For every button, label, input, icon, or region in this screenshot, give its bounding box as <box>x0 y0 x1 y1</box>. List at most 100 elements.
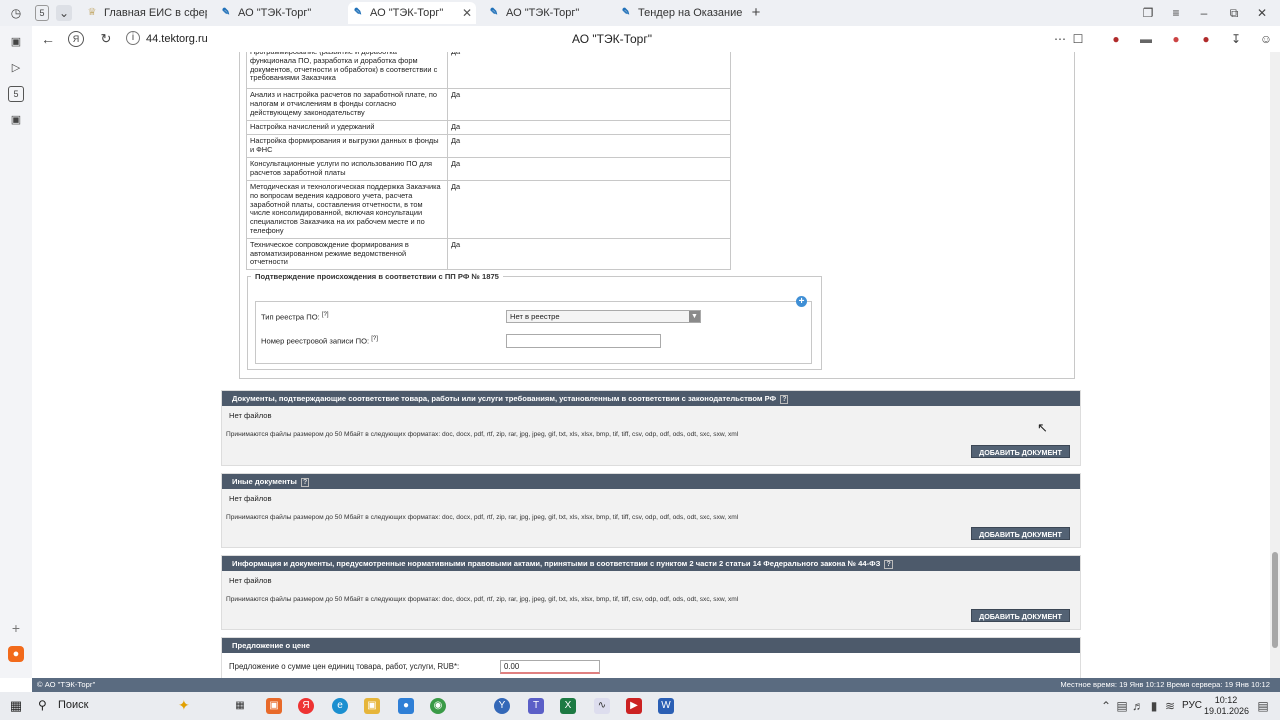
word-icon[interactable]: W <box>658 698 674 714</box>
section-title: Документы, подтверждающие соответствие т… <box>232 394 777 403</box>
tab-label: АО "ТЭК-Торг" <box>238 7 312 19</box>
yandex-icon[interactable]: Я <box>68 31 84 47</box>
reload-icon[interactable]: ↻ <box>98 31 114 47</box>
registry-number-input[interactable] <box>506 334 661 348</box>
section-title: Иные документы <box>232 477 297 486</box>
scrollbar[interactable] <box>1270 52 1280 678</box>
windows-start-icon[interactable]: ▦ <box>8 698 24 714</box>
add-icon[interactable]: + <box>796 296 807 307</box>
price-section: Предложение о цене Предложение о сумме ц… <box>221 637 1081 678</box>
minimize-icon[interactable]: – <box>1196 5 1212 21</box>
app-icon[interactable]: ▶ <box>626 698 642 714</box>
url-field[interactable]: 44.tektorg.ru <box>146 31 208 47</box>
no-files-text: Нет файлов <box>229 494 272 503</box>
scrollbar-thumb[interactable] <box>1272 552 1278 648</box>
chrome-icon[interactable]: ◉ <box>430 698 446 714</box>
search-label: Поиск <box>58 699 89 711</box>
extension-icon[interactable]: ● <box>1168 31 1184 47</box>
tabs-icon[interactable]: ▣ <box>8 34 24 50</box>
volume-icon[interactable]: ♬ <box>1132 698 1144 714</box>
edge-icon[interactable]: e <box>332 698 348 714</box>
history-icon[interactable]: ◷ <box>8 5 24 21</box>
yandex-browser-icon[interactable]: Я <box>298 698 314 714</box>
table-cell: Программирование (развитие и доработка ф… <box>246 52 448 89</box>
play-icon[interactable]: ▷ <box>8 60 24 76</box>
browser-tab-bar: ◷ 5 ⌄ ♕ Главная ЕИС в сфере зак ✎ АО "ТЭ… <box>0 0 1280 26</box>
tab-count-badge[interactable]: 5 <box>35 5 49 21</box>
tab-eis[interactable]: ♕ Главная ЕИС в сфере зак <box>82 2 207 24</box>
extension-icon[interactable]: ● <box>1198 31 1214 47</box>
help-link[interactable]: ? <box>301 478 310 487</box>
app-icon[interactable]: ● <box>8 646 24 662</box>
add-document-button[interactable]: ДОБАВИТЬ ДОКУМЕНТ <box>971 445 1070 458</box>
tab-tektorg-3[interactable]: ✎ АО "ТЭК-Торг" <box>484 2 609 24</box>
table-row: Настройка формирования и выгрузки данных… <box>246 134 731 158</box>
table-cell: Анализ и настройка расчетов по заработно… <box>246 88 448 121</box>
chevron-up-icon[interactable]: ⌃ <box>1100 698 1112 714</box>
tab-tender[interactable]: ✎ Тендер на Оказание услу <box>616 2 742 24</box>
add-document-button[interactable]: ДОБАВИТЬ ДОКУМЕНТ <box>971 609 1070 622</box>
task-view-icon[interactable]: ▦ <box>232 698 248 714</box>
network-icon[interactable]: ▤ <box>1116 698 1128 714</box>
notification-icon[interactable]: ▤ <box>1256 698 1270 714</box>
extension-icon[interactable]: ● <box>1108 31 1124 47</box>
menu-icon[interactable]: ≡ <box>1168 5 1184 21</box>
table-row: Техническое сопровождение формирования в… <box>246 237 731 271</box>
window-close-icon[interactable]: ✕ <box>1254 5 1270 21</box>
tab-tektorg-active[interactable]: ✎ АО "ТЭК-Торг" ✕ <box>348 2 476 24</box>
tab-label: Главная ЕИС в сфере зак <box>104 7 207 19</box>
wifi-icon[interactable]: ≋ <box>1164 698 1176 714</box>
tab-tektorg-1[interactable]: ✎ АО "ТЭК-Торг" <box>216 2 341 24</box>
clock[interactable]: 10:12 19.01.2026 <box>1204 695 1249 717</box>
app-icon[interactable]: ▣ <box>266 698 282 714</box>
section-header: Предложение о цене <box>222 638 1080 653</box>
table-cell: Да <box>447 88 731 121</box>
chevron-down-icon[interactable]: ▼ <box>689 311 700 322</box>
section-header: Информация и документы, предусмотренные … <box>222 556 1080 571</box>
price-input[interactable]: 0.00 <box>500 660 600 674</box>
back-icon[interactable]: ← <box>40 31 56 47</box>
origin-legend: Подтверждение происхождения в соответств… <box>255 272 499 281</box>
chart-app-icon[interactable]: ∿ <box>594 698 610 714</box>
doc-section-compliance: Документы, подтверждающие соответствие т… <box>221 390 1081 466</box>
battery-icon[interactable]: ▮ <box>1148 698 1160 714</box>
page-content: Программирование (развитие и доработка ф… <box>32 52 1270 678</box>
extension-icon[interactable]: ▬ <box>1138 31 1154 47</box>
table-row: Программирование (развитие и доработка ф… <box>246 52 731 89</box>
excel-icon[interactable]: X <box>560 698 576 714</box>
tab-label: Тендер на Оказание услу <box>638 7 742 19</box>
collections-icon[interactable]: ❐ <box>1140 5 1156 21</box>
table-cell: Да <box>447 120 731 135</box>
chevron-down-icon[interactable]: ⌄ <box>56 5 72 21</box>
close-icon[interactable]: ✕ <box>462 2 472 24</box>
table-row: Методическая и технологическая поддержка… <box>246 180 731 239</box>
add-icon[interactable]: + <box>8 620 24 636</box>
language-indicator[interactable]: РУС <box>1182 700 1202 711</box>
spec-table: Программирование (развитие и доработка ф… <box>246 52 731 271</box>
help-link[interactable]: ? <box>884 560 893 569</box>
screenshot-icon[interactable]: ▣ <box>8 112 24 128</box>
badge-five-icon[interactable]: 5 <box>8 86 24 102</box>
help-link[interactable]: [?] <box>322 312 329 318</box>
formats-text: Принимаются файлы размером до 50 Мбайт в… <box>226 514 739 521</box>
folder-icon[interactable]: ▣ <box>364 698 380 714</box>
app-icon[interactable]: ● <box>398 698 414 714</box>
yandex-icon[interactable]: Y <box>494 698 510 714</box>
teams-icon[interactable]: T <box>528 698 544 714</box>
taskbar-search[interactable]: ⚲ Поиск ✦ <box>32 695 218 717</box>
add-document-button[interactable]: ДОБАВИТЬ ДОКУМЕНТ <box>971 527 1070 540</box>
new-tab-icon[interactable]: + <box>748 5 764 21</box>
section-header: Документы, подтверждающие соответствие т… <box>222 391 1080 406</box>
more-icon[interactable]: ⋯ <box>1052 31 1068 47</box>
registry-type-select[interactable]: Нет в реестре ▼ <box>506 310 701 323</box>
profile-icon[interactable]: ☺ <box>1258 31 1274 47</box>
time-text: Местное время: 19 Янв 10:12 Время сервер… <box>1060 680 1270 689</box>
bookmark-icon[interactable]: ☐ <box>1070 31 1086 47</box>
table-cell: Техническое сопровождение формирования в… <box>246 237 448 271</box>
restore-icon[interactable]: ⧉ <box>1226 5 1242 21</box>
site-info-icon[interactable]: i <box>126 31 140 45</box>
help-link[interactable]: ? <box>780 395 789 404</box>
downloads-icon[interactable]: ↧ <box>1228 31 1244 47</box>
help-link[interactable]: [?] <box>371 336 378 342</box>
formats-text: Принимаются файлы размером до 50 Мбайт в… <box>226 431 739 438</box>
